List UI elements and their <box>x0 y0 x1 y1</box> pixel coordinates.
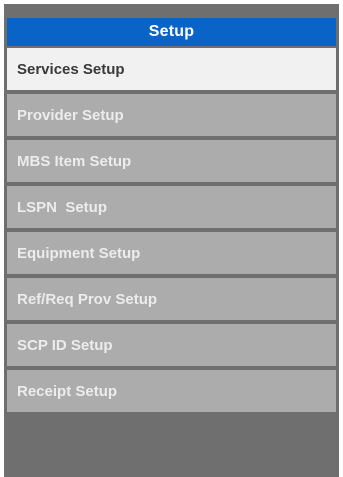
menu-item-scp-id-setup[interactable]: SCP ID Setup <box>7 324 336 366</box>
menu-item-ref-req-prov-setup[interactable]: Ref/Req Prov Setup <box>7 278 336 320</box>
menu-item-services-setup[interactable]: Services Setup <box>7 48 336 90</box>
menu-item-receipt-setup[interactable]: Receipt Setup <box>7 370 336 412</box>
menu-item-equipment-setup[interactable]: Equipment Setup <box>7 232 336 274</box>
menu-item-lspn-setup[interactable]: LSPN Setup <box>7 186 336 228</box>
menu-item-provider-setup[interactable]: Provider Setup <box>7 94 336 136</box>
setup-menu: Services Setup Provider Setup MBS Item S… <box>7 48 336 416</box>
panel-title: Setup <box>7 18 336 46</box>
setup-panel: Setup Services Setup Provider Setup MBS … <box>4 4 339 477</box>
menu-item-mbs-item-setup[interactable]: MBS Item Setup <box>7 140 336 182</box>
